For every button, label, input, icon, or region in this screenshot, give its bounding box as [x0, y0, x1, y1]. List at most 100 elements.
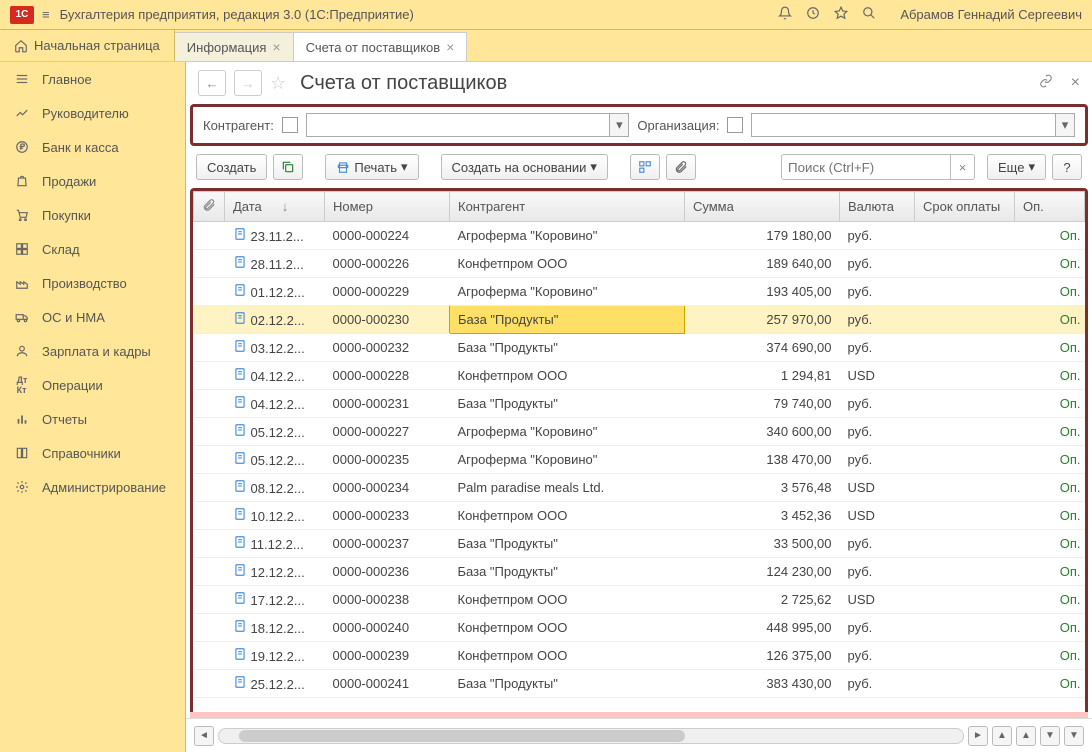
cell-due — [915, 586, 1015, 614]
cell-contragent: База "Продукты" — [450, 558, 685, 586]
table-row[interactable]: 03.12.2... 0000-000232 База "Продукты" 3… — [194, 334, 1085, 362]
main-menu-icon[interactable]: ≡ — [42, 7, 50, 22]
sidebar-item[interactable]: Продажи — [0, 164, 185, 198]
attach-button[interactable] — [666, 154, 696, 180]
table-row[interactable]: 05.12.2... 0000-000235 Агроферма "Корови… — [194, 446, 1085, 474]
favorite-star-icon[interactable]: ☆ — [270, 73, 286, 94]
table-row[interactable]: 01.12.2... 0000-000229 Агроферма "Корови… — [194, 278, 1085, 306]
cell-due — [915, 502, 1015, 530]
col-attach[interactable] — [194, 192, 225, 222]
bell-icon[interactable] — [778, 6, 792, 23]
org-filter-input[interactable] — [751, 113, 1055, 137]
sidebar-item-label: ОС и НМА — [42, 310, 105, 325]
table-row[interactable]: 12.12.2... 0000-000236 База "Продукты" 1… — [194, 558, 1085, 586]
copy-button[interactable] — [273, 154, 303, 180]
app-title: Бухгалтерия предприятия, редакция 3.0 (1… — [60, 7, 779, 22]
create-based-button[interactable]: Создать на основании ▾ — [441, 154, 608, 180]
contragent-filter-checkbox[interactable] — [282, 117, 298, 133]
col-number[interactable]: Номер — [325, 192, 450, 222]
link-icon[interactable] — [1039, 74, 1053, 93]
scroll-up-icon[interactable]: ▲ — [1016, 726, 1036, 746]
table-row[interactable]: 08.12.2... 0000-000234 Palm paradise mea… — [194, 474, 1085, 502]
table-row[interactable]: 10.12.2... 0000-000233 Конфетпром ООО 3 … — [194, 502, 1085, 530]
cell-date: 05.12.2... — [225, 446, 325, 474]
table-row[interactable]: 02.12.2... 0000-000230 База "Продукты" 2… — [194, 306, 1085, 334]
col-currency[interactable]: Валюта — [840, 192, 915, 222]
table-row[interactable]: 19.12.2... 0000-000239 Конфетпром ООО 12… — [194, 642, 1085, 670]
document-icon — [233, 255, 247, 272]
sidebar-item[interactable]: Администрирование — [0, 470, 185, 504]
sidebar-item-label: Справочники — [42, 446, 121, 461]
sidebar-item[interactable]: Банк и касса — [0, 130, 185, 164]
scroll-down-icon[interactable]: ▼ — [1040, 726, 1060, 746]
sidebar-item[interactable]: Отчеты — [0, 402, 185, 436]
scroll-top-icon[interactable]: ▲ — [992, 726, 1012, 746]
table-row[interactable]: 23.11.2... 0000-000224 Агроферма "Корови… — [194, 222, 1085, 250]
nav-back-button[interactable]: ← — [198, 70, 226, 96]
table-row[interactable]: 11.12.2... 0000-000237 База "Продукты" 3… — [194, 530, 1085, 558]
cell-attach — [194, 390, 225, 418]
close-icon[interactable]: × — [446, 39, 454, 55]
close-page-icon[interactable]: × — [1071, 74, 1080, 92]
sidebar-item[interactable]: Зарплата и кадры — [0, 334, 185, 368]
cell-currency: руб. — [840, 306, 915, 334]
more-button[interactable]: Еще ▾ — [987, 154, 1046, 180]
close-icon[interactable]: × — [272, 39, 280, 55]
col-date[interactable]: Дата↓ — [225, 192, 325, 222]
table-row[interactable]: 04.12.2... 0000-000228 Конфетпром ООО 1 … — [194, 362, 1085, 390]
col-sum[interactable]: Сумма — [685, 192, 840, 222]
cell-contragent: Агроферма "Коровино" — [450, 418, 685, 446]
col-contragent[interactable]: Контрагент — [450, 192, 685, 222]
tab-home[interactable]: Начальная страница — [0, 30, 175, 61]
tab-invoices[interactable]: Счета от поставщиков × — [294, 32, 468, 61]
dropdown-icon[interactable]: ▾ — [1055, 113, 1075, 137]
cell-number: 0000-000236 — [325, 558, 450, 586]
sidebar-item[interactable]: ОС и НМА — [0, 300, 185, 334]
sidebar-item[interactable]: Руководителю — [0, 96, 185, 130]
book-icon — [14, 445, 30, 461]
cell-contragent: База "Продукты" — [450, 390, 685, 418]
sidebar-item[interactable]: Покупки — [0, 198, 185, 232]
cell-attach — [194, 418, 225, 446]
cell-status: Оп. — [1015, 306, 1085, 334]
table-row[interactable]: 17.12.2... 0000-000238 Конфетпром ООО 2 … — [194, 586, 1085, 614]
sidebar-item[interactable]: Производство — [0, 266, 185, 300]
history-icon[interactable] — [806, 6, 820, 23]
table-row[interactable]: 25.12.2... 0000-000241 База "Продукты" 3… — [194, 670, 1085, 698]
cell-status: Оп. — [1015, 222, 1085, 250]
horizontal-scrollbar[interactable] — [218, 728, 964, 744]
user-name[interactable]: Абрамов Геннадий Сергеевич — [900, 7, 1082, 22]
cell-sum: 138 470,00 — [685, 446, 840, 474]
sidebar-item[interactable]: Главное — [0, 62, 185, 96]
help-button[interactable]: ? — [1052, 154, 1082, 180]
tab-info[interactable]: Информация × — [175, 32, 294, 61]
col-due[interactable]: Срок оплаты — [915, 192, 1015, 222]
nav-forward-button[interactable]: → — [234, 70, 262, 96]
contragent-filter-input[interactable] — [306, 113, 610, 137]
org-filter-checkbox[interactable] — [727, 117, 743, 133]
dropdown-icon[interactable]: ▾ — [609, 113, 629, 137]
sidebar-item[interactable]: Склад — [0, 232, 185, 266]
cell-date: 10.12.2... — [225, 502, 325, 530]
col-status[interactable]: Оп. — [1015, 192, 1085, 222]
sidebar-item-label: Администрирование — [42, 480, 166, 495]
tab-home-label: Начальная страница — [34, 38, 160, 53]
scroll-left-icon[interactable]: ◄ — [194, 726, 214, 746]
sidebar-item[interactable]: ДтКтОперации — [0, 368, 185, 402]
document-icon — [233, 535, 247, 552]
star-icon[interactable] — [834, 6, 848, 23]
table-row[interactable]: 05.12.2... 0000-000227 Агроферма "Корови… — [194, 418, 1085, 446]
table-row[interactable]: 18.12.2... 0000-000240 Конфетпром ООО 44… — [194, 614, 1085, 642]
bag-icon — [14, 173, 30, 189]
register-button[interactable] — [630, 154, 660, 180]
search-icon[interactable] — [862, 6, 876, 23]
create-button[interactable]: Создать — [196, 154, 267, 180]
table-row[interactable]: 04.12.2... 0000-000231 База "Продукты" 7… — [194, 390, 1085, 418]
search-clear-icon[interactable]: × — [951, 154, 975, 180]
print-button[interactable]: Печать ▾ — [325, 154, 418, 180]
scroll-bottom-icon[interactable]: ▼ — [1064, 726, 1084, 746]
scroll-right-icon[interactable]: ► — [968, 726, 988, 746]
sidebar-item[interactable]: Справочники — [0, 436, 185, 470]
table-row[interactable]: 28.11.2... 0000-000226 Конфетпром ООО 18… — [194, 250, 1085, 278]
search-input[interactable] — [781, 154, 951, 180]
